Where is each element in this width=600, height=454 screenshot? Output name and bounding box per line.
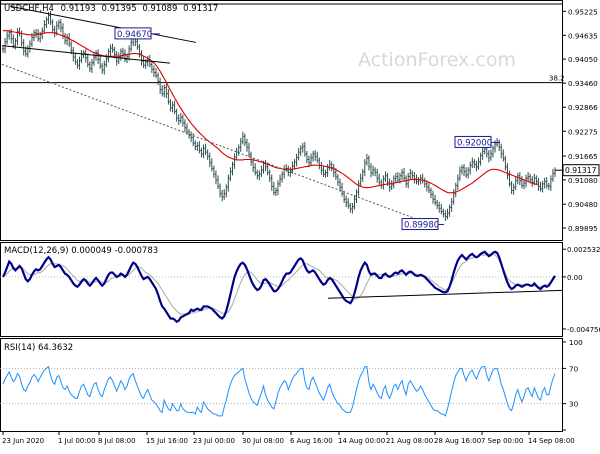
dotted-trendline	[1, 63, 439, 228]
macd-line	[2, 250, 556, 324]
chart-window: ActionForex.com 38.2 0.94670 0.92000 0.8998…	[0, 0, 600, 450]
current-price-label: 0.91317	[565, 166, 597, 175]
x-tick-label: 15 Jul 16:00	[146, 437, 188, 445]
x-tick-label: 6 Aug 16:00	[290, 437, 333, 445]
price-tick-label: 0.92275	[568, 127, 598, 136]
rsi-tick-label: 70	[569, 364, 579, 373]
price-tick-label: 0.94050	[568, 55, 598, 64]
price-tick-label: 0.95225	[568, 7, 598, 16]
price-title: USDCHF,H4 0.91193 0.91395 0.91089 0.9131…	[4, 4, 218, 14]
watermark: ActionForex.com	[358, 49, 516, 71]
price-panel-frame	[0, 0, 563, 241]
price-tick-label: 0.89895	[568, 224, 598, 233]
macd-signal-line	[2, 253, 550, 315]
x-tick-label: 1 Jul 00:00	[58, 437, 96, 445]
x-tick-label: 14 Aug 00:00	[338, 437, 385, 445]
x-tick-label: 28 Aug 16:00	[434, 437, 481, 445]
fib-label: 38.2	[549, 75, 565, 83]
macd-tick-label: 0.00	[567, 274, 583, 282]
x-tick-label: 14 Sep 08:00	[528, 437, 575, 445]
chart-svg: ActionForex.com 38.2 0.94670 0.92000 0.8998…	[0, 0, 600, 445]
x-tick-label: 30 Jul 08:00	[242, 437, 284, 445]
price-tick-label: 0.92866	[568, 103, 598, 112]
price-tick-label: 0.90480	[568, 200, 598, 209]
x-tick-label: 8 Jul 08:00	[98, 437, 136, 445]
price-label-text: 0.94670	[117, 30, 152, 40]
macd-tick-label: 0.002532	[567, 246, 600, 254]
price-layer: 38.2 0.94670 0.92000 0.89980	[0, 3, 565, 231]
rsi-layer	[0, 365, 562, 417]
rsi-line	[2, 365, 556, 417]
price-tick-label: 0.94635	[568, 31, 598, 40]
macd-tick-label: -0.004756	[567, 326, 600, 334]
rsi-tick-label: 30	[569, 400, 579, 409]
x-tick-label: 23 Jul 00:00	[193, 437, 235, 445]
rsi-tick-label: 100	[569, 338, 583, 347]
x-tick-label: 21 Aug 08:00	[386, 437, 433, 445]
rsi-title: RSI(14) 64.3632	[4, 343, 73, 353]
price-tick-label: 0.91080	[568, 176, 598, 185]
x-tick-label: 23 Jun 2020	[2, 437, 44, 445]
macd-layer	[0, 250, 563, 324]
axis-layer: 0.95225 0.94635 0.94050 0.93460 0.92866 0.922…	[2, 7, 600, 445]
price-label-text: 0.89980	[404, 221, 439, 231]
price-label-text: 0.92000	[457, 138, 492, 148]
price-tick-label: 0.91665	[568, 152, 598, 161]
macd-title: MACD(12,26,9) 0.000049 -0.000783	[4, 246, 158, 256]
price-tick-label: 0.93460	[568, 79, 598, 88]
x-tick-label: 7 Sep 00:00	[481, 437, 523, 445]
